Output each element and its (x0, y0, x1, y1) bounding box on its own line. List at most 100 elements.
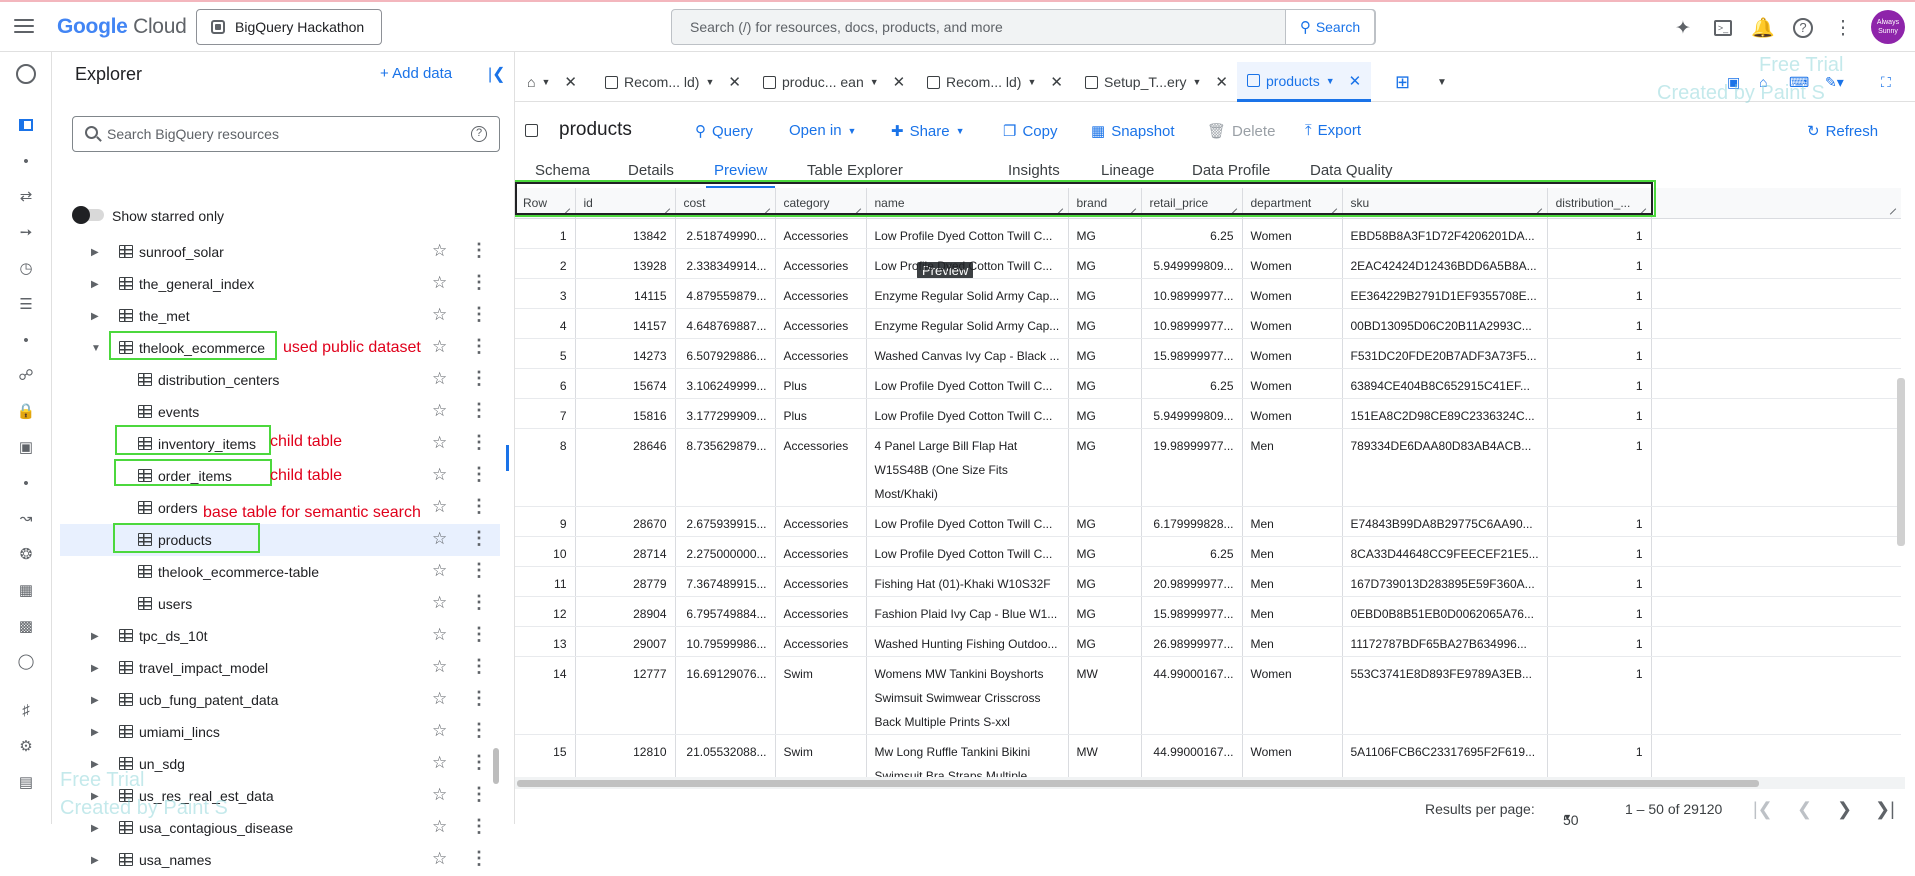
table-cell[interactable]: MG (1068, 506, 1142, 537)
table-cell[interactable]: 15816 (575, 398, 676, 429)
close-icon[interactable]: ✕ (1050, 73, 1063, 91)
table-cell[interactable]: 14273 (575, 338, 676, 369)
table-cell[interactable]: 1 (1547, 596, 1652, 627)
star-icon[interactable]: ☆ (432, 785, 447, 805)
vertical-scrollbar[interactable] (1897, 378, 1905, 546)
table-cell[interactable]: 10.98999977... (1141, 278, 1243, 309)
table-cell[interactable]: 3 (515, 278, 576, 309)
tab-data-profile[interactable]: Data Profile (1192, 162, 1270, 179)
more-vert-icon[interactable]: ⋮ (470, 560, 488, 581)
add-data-button[interactable]: + Add data (380, 65, 452, 82)
table-cell[interactable]: 1 (1547, 218, 1652, 249)
table-cell[interactable]: Women (1242, 218, 1343, 249)
table-cell[interactable]: Low Profile Dyed Cotton Twill C... (866, 506, 1069, 537)
table-cell[interactable]: Men (1242, 626, 1343, 657)
close-icon[interactable]: ✕ (564, 73, 577, 91)
star-icon[interactable]: ☆ (432, 529, 447, 549)
table-cell[interactable]: 6.25 (1141, 368, 1243, 399)
table-cell[interactable]: Washed Hunting Fishing Outdoo... (866, 626, 1069, 657)
table-cell[interactable]: 21.05532088... (675, 734, 776, 778)
more-vert-icon[interactable]: ⋮ (470, 400, 488, 421)
table-cell[interactable]: 00BD13095D06C20B11A2993C... (1342, 308, 1548, 339)
more-vert-icon[interactable]: ⋮ (470, 656, 488, 677)
table-cell[interactable]: Men (1242, 596, 1343, 627)
tree-node[interactable]: ▶ ucb_fung_patent_data ☆ ⋮ (60, 684, 500, 716)
more-vert-icon[interactable]: ⋮ (1829, 14, 1857, 42)
table-cell[interactable]: 0EBD0B8B51EB0D0062065A76... (1342, 596, 1548, 627)
table-cell[interactable]: 6.25 (1141, 536, 1243, 567)
star-icon[interactable]: ☆ (432, 305, 447, 325)
table-cell[interactable]: 1 (1547, 626, 1652, 657)
close-icon[interactable]: ✕ (1215, 73, 1228, 91)
tab-query-3[interactable]: Recom... ld) ▼ ✕ (927, 62, 1063, 102)
table-cell[interactable]: Women (1242, 308, 1343, 339)
table-cell[interactable]: 26.98999977... (1141, 626, 1243, 657)
star-icon[interactable]: ☆ (432, 497, 447, 517)
table-cell[interactable]: MG (1068, 308, 1142, 339)
tab-query-2[interactable]: produc... ean ▼ ✕ (763, 62, 905, 102)
table-cell[interactable]: EE364229B2791D1EF9355708E... (1342, 278, 1548, 309)
global-search-input[interactable]: Search (/) for resources, docs, products… (671, 9, 1376, 45)
settings-icon[interactable]: ⚙ (14, 734, 38, 758)
scheduled-queries-icon[interactable]: ◷ (14, 256, 38, 280)
column-header[interactable]: department (1242, 188, 1343, 219)
table-cell[interactable]: Mw Long Ruffle Tankini Bikini Swimsuit B… (866, 734, 1069, 778)
capacity-icon[interactable]: ▩ (14, 614, 38, 638)
table-cell[interactable]: MG (1068, 596, 1142, 627)
table-cell[interactable]: 1 (1547, 368, 1652, 399)
resize-handle[interactable] (506, 445, 509, 471)
pipelines-icon[interactable]: ➙ (14, 220, 38, 244)
table-cell[interactable]: 3.177299909... (675, 398, 776, 429)
star-icon[interactable]: ☆ (432, 241, 447, 261)
tree-node[interactable]: ▶ umiami_lincs ☆ ⋮ (60, 716, 500, 748)
more-vert-icon[interactable]: ⋮ (470, 240, 488, 261)
more-vert-icon[interactable]: ⋮ (470, 848, 488, 869)
table-cell[interactable]: F531DC20FDE20B7ADF3A73F5... (1342, 338, 1548, 369)
table-cell[interactable]: 6.507929886... (675, 338, 776, 369)
table-cell[interactable]: 20.98999977... (1141, 566, 1243, 597)
table-cell[interactable]: 1 (1547, 506, 1652, 537)
star-icon[interactable]: ☆ (432, 849, 447, 869)
star-icon[interactable]: ☆ (432, 689, 447, 709)
table-cell[interactable]: 6 (515, 368, 576, 399)
more-vert-icon[interactable]: ⋮ (470, 720, 488, 741)
expand-arrow-icon[interactable]: ▶ (91, 631, 99, 642)
table-cell[interactable]: 15.98999977... (1141, 338, 1243, 369)
table-cell[interactable]: 5.949999809... (1141, 248, 1243, 279)
tree-node[interactable]: events ☆ ⋮ (60, 396, 500, 428)
table-cell[interactable]: 1 (1547, 338, 1652, 369)
more-vert-icon[interactable]: ⋮ (470, 304, 488, 325)
table-cell[interactable]: 2.338349914... (675, 248, 776, 279)
explorer-nav-icon[interactable] (14, 113, 38, 137)
tree-node[interactable]: users ☆ ⋮ (60, 588, 500, 620)
table-cell[interactable]: 789334DE6DAA80D83AB4ACB... (1342, 428, 1548, 507)
more-vert-icon[interactable]: ⋮ (470, 752, 488, 773)
dashboard-icon[interactable]: ▦ (14, 578, 38, 602)
more-vert-icon[interactable]: ⋮ (470, 816, 488, 837)
metadata-icon[interactable]: ▣ (14, 435, 38, 459)
more-vert-icon[interactable]: ⋮ (470, 272, 488, 293)
monitoring-icon[interactable]: ↝ (14, 506, 38, 530)
tree-node[interactable]: ▶ the_general_index ☆ ⋮ (60, 268, 500, 300)
table-cell[interactable]: 9 (515, 506, 576, 537)
table-cell[interactable]: 1 (1547, 566, 1652, 597)
table-cell[interactable]: 2.275000000... (675, 536, 776, 567)
prev-page-icon[interactable]: ❮ (1797, 799, 1812, 820)
table-cell[interactable]: Fashion Plaid Ivy Cap - Blue W1... (866, 596, 1069, 627)
explore-compass-icon[interactable]: ❂ (14, 542, 38, 566)
table-cell[interactable]: MG (1068, 368, 1142, 399)
table-cell[interactable]: 12810 (575, 734, 676, 778)
next-page-icon[interactable]: ❯ (1837, 799, 1852, 820)
star-icon[interactable]: ☆ (432, 721, 447, 741)
table-cell[interactable]: Women (1242, 368, 1343, 399)
table-cell[interactable]: 12 (515, 596, 576, 627)
column-header[interactable]: category (775, 188, 867, 219)
column-header[interactable]: retail_price (1141, 188, 1243, 219)
table-cell[interactable]: 14115 (575, 278, 676, 309)
column-header[interactable]: Row (515, 188, 576, 219)
table-cell[interactable]: Accessories (775, 218, 867, 249)
menu-icon[interactable] (12, 14, 36, 38)
table-cell[interactable]: Men (1242, 536, 1343, 567)
table-cell[interactable]: Accessories (775, 596, 867, 627)
tab-products[interactable]: products ▼ ✕ (1237, 62, 1372, 102)
